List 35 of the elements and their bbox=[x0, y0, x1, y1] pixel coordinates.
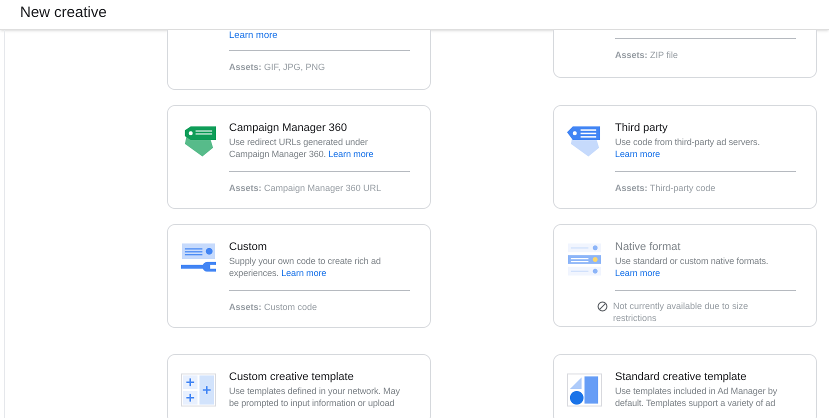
blocked-icon bbox=[597, 301, 608, 312]
assets-text: Assets: GIF, JPG, PNG bbox=[229, 61, 326, 73]
card-description: Use templates defined in your network. May be prompted to input information or upload bbox=[229, 385, 401, 409]
list-icon bbox=[567, 243, 602, 277]
creative-card[interactable]: Campaign Manager 360 Use redirect URLs generated under Campaign Manager 360. Learn more Assets: Campaign Manager 360 URL bbox=[167, 105, 431, 209]
creative-card[interactable]: Learn more Assets: GIF, JPG, PNG bbox=[167, 30, 431, 90]
assets-text: Assets: ZIP file bbox=[615, 49, 679, 61]
assets-text: Assets: Custom code bbox=[229, 301, 318, 313]
creative-card[interactable]: Custom creative template Use templates defined in your network. May be prompted to input information or upload bbox=[167, 354, 431, 418]
learn-more-link[interactable]: Learn more bbox=[281, 268, 326, 278]
shapes-icon bbox=[567, 373, 602, 407]
card-description: Use standard or custom native formats. Learn more bbox=[615, 255, 770, 279]
creative-card[interactable]: Standard creative template Use templates included in Ad Manager by default. Templates support a variety of ad bbox=[553, 354, 817, 418]
card-title: Custom bbox=[229, 240, 268, 254]
card-title: Campaign Manager 360 bbox=[229, 121, 348, 135]
card-title: Standard creative template bbox=[615, 370, 748, 384]
card-description: Use templates included in Ad Manager by default. Templates support a variety of ad bbox=[615, 385, 778, 409]
creative-card[interactable]: Custom Supply your own code to create rich ad experiences. Learn more Assets: Custom code bbox=[167, 224, 431, 328]
creative-card[interactable]: Third party Use code from third-party ad servers. Learn more Assets: Third-party code bbox=[553, 105, 817, 209]
card-title: Custom creative template bbox=[229, 370, 355, 384]
card-description: Use redirect URLs generated under Campaign Manager 360. Learn more bbox=[229, 136, 374, 160]
card-description: Use code from third-party ad servers. Learn more bbox=[615, 136, 761, 160]
template-icon bbox=[181, 373, 216, 407]
learn-more-link[interactable]: Learn more bbox=[229, 30, 278, 42]
tag-icon bbox=[567, 124, 602, 158]
learn-more-link[interactable]: Learn more bbox=[328, 149, 374, 159]
card-title: Native format bbox=[615, 240, 682, 254]
creative-card[interactable]: Assets: ZIP file bbox=[553, 30, 817, 78]
page-title: New creative bbox=[20, 3, 107, 23]
notice-text: Not currently available due to size restrictions bbox=[613, 300, 750, 324]
assets-text: Assets: Third-party code bbox=[615, 182, 716, 194]
assets-text: Assets: Campaign Manager 360 URL bbox=[229, 182, 382, 194]
learn-more-link[interactable]: Learn more bbox=[615, 149, 660, 159]
card-description: Supply your own code to create rich ad experiences. Learn more bbox=[229, 255, 382, 279]
card-title: Third party bbox=[615, 121, 669, 135]
